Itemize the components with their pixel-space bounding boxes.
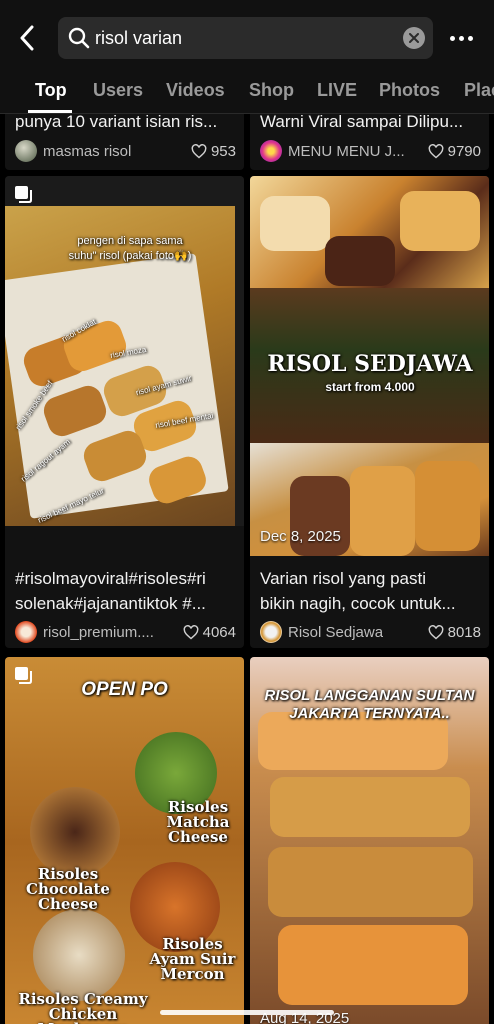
top-bar bbox=[0, 0, 494, 76]
flavor-label: Risoles Chocolate Cheese bbox=[26, 865, 110, 913]
heart-icon bbox=[428, 624, 444, 639]
result-card[interactable]: RISOL SEDJAWA start from 4.000 Dec 8, 20… bbox=[250, 176, 489, 648]
heart-icon bbox=[183, 624, 199, 639]
username: Risol Sedjawa bbox=[288, 623, 384, 641]
like-count[interactable]: 9790 bbox=[428, 139, 481, 163]
tab-shop[interactable]: Shop bbox=[249, 80, 294, 101]
avatar bbox=[15, 140, 37, 162]
risol-image bbox=[350, 466, 415, 556]
like-number: 953 bbox=[210, 142, 236, 160]
result-card[interactable]: punya 10 variant isian ris... masmas ris… bbox=[5, 114, 244, 170]
like-number: 4064 bbox=[202, 623, 236, 641]
search-icon bbox=[68, 27, 90, 49]
card-author[interactable]: Risol Sedjawa bbox=[260, 620, 410, 644]
risol-image bbox=[400, 191, 480, 251]
avatar bbox=[260, 140, 282, 162]
creamy-chicken-risol-image bbox=[33, 909, 125, 1001]
like-number: 9790 bbox=[447, 142, 481, 160]
card-caption-line2: bikin nagih, cocok untuk... bbox=[260, 594, 456, 613]
result-card[interactable]: Warni Viral sampai Dilipu... MENU MENU J… bbox=[250, 114, 489, 170]
tab-places[interactable]: Places bbox=[464, 80, 494, 101]
card-caption: Varian risol yang pasti bbox=[260, 569, 426, 588]
thumbnail: OPEN PO Risoles Matcha Cheese Risoles Ch… bbox=[5, 657, 244, 1024]
active-tab-indicator bbox=[28, 110, 72, 113]
overlay-title: RISOL LANGGANAN SULTAN JAKARTA TERNYATA.… bbox=[264, 687, 475, 722]
username: MENU MENU J... bbox=[288, 142, 405, 160]
photo-carousel-icon bbox=[15, 186, 32, 203]
card-caption: #risolmayoviral#risoles#ri bbox=[15, 569, 206, 588]
home-indicator[interactable] bbox=[160, 1010, 334, 1015]
overlay-subtitle: start from 4.000 bbox=[325, 380, 415, 394]
tab-videos[interactable]: Videos bbox=[166, 80, 225, 101]
risol-image bbox=[270, 777, 470, 837]
back-button[interactable] bbox=[12, 22, 42, 54]
flavor-label: Risoles Ayam Suir Mercon bbox=[149, 935, 236, 983]
search-input[interactable] bbox=[95, 17, 395, 59]
risol-image bbox=[260, 196, 330, 251]
card-author[interactable]: masmas risol bbox=[15, 139, 165, 163]
thumbnail: RISOL LANGGANAN SULTAN JAKARTA TERNYATA.… bbox=[250, 657, 489, 1024]
post-date: Dec 8, 2025 bbox=[260, 528, 341, 545]
chocolate-risol-image bbox=[30, 787, 120, 877]
like-count[interactable]: 8018 bbox=[428, 620, 481, 644]
risol-image bbox=[268, 847, 473, 917]
card-author[interactable]: risol_premium.... bbox=[15, 620, 165, 644]
risol-image bbox=[325, 236, 395, 286]
risol-image bbox=[278, 925, 468, 1005]
overlay-title: OPEN PO bbox=[81, 679, 168, 700]
close-icon bbox=[409, 33, 419, 43]
overlay-line: suhu" risol (pakai foto🙌) bbox=[68, 250, 192, 262]
flavor-label: Risoles Matcha Cheese bbox=[166, 798, 230, 846]
more-options-button[interactable] bbox=[442, 24, 480, 52]
result-card[interactable]: RISOL LANGGANAN SULTAN JAKARTA TERNYATA.… bbox=[250, 657, 489, 1024]
card-caption: punya 10 variant isian ris... bbox=[15, 114, 218, 131]
result-card[interactable]: pengen di sapa sama suhu" risol (pakai f… bbox=[5, 176, 244, 648]
tab-top[interactable]: Top bbox=[35, 80, 67, 101]
card-caption-line2: solenak#jajanantiktok #... bbox=[15, 594, 206, 613]
overlay-line: pengen di sapa sama bbox=[77, 235, 183, 247]
flavor-label: Risoles Creamy Chicken Mushroom bbox=[18, 990, 148, 1024]
card-caption: Warni Viral sampai Dilipu... bbox=[260, 114, 464, 131]
dot-icon bbox=[467, 35, 473, 41]
chevron-left-icon bbox=[20, 25, 34, 51]
dot-icon bbox=[458, 35, 464, 41]
like-count[interactable]: 953 bbox=[191, 139, 236, 163]
username: risol_premium.... bbox=[43, 623, 154, 641]
search-box[interactable] bbox=[58, 17, 433, 59]
like-count[interactable]: 4064 bbox=[183, 620, 236, 644]
dot-icon bbox=[449, 35, 455, 41]
result-card[interactable]: OPEN PO Risoles Matcha Cheese Risoles Ch… bbox=[5, 657, 244, 1024]
photo-carousel-icon bbox=[15, 667, 32, 684]
results-grid: punya 10 variant isian ris... masmas ris… bbox=[0, 114, 494, 1024]
thumbnail: RISOL SEDJAWA start from 4.000 Dec 8, 20… bbox=[250, 176, 489, 556]
like-number: 8018 bbox=[447, 623, 481, 641]
tab-photos[interactable]: Photos bbox=[379, 80, 440, 101]
thumbnail: pengen di sapa sama suhu" risol (pakai f… bbox=[5, 176, 244, 526]
heart-icon bbox=[191, 143, 207, 158]
search-tabs: Top Users Videos Shop LIVE Photos Places bbox=[0, 76, 494, 114]
tab-users[interactable]: Users bbox=[93, 80, 143, 101]
clear-search-button[interactable] bbox=[403, 27, 425, 49]
tab-live[interactable]: LIVE bbox=[317, 80, 357, 101]
overlay-caption: pengen di sapa sama suhu" risol (pakai f… bbox=[35, 234, 225, 264]
card-author[interactable]: MENU MENU J... bbox=[260, 139, 415, 163]
risol-image bbox=[415, 461, 480, 551]
username: masmas risol bbox=[43, 142, 132, 160]
avatar bbox=[15, 621, 37, 643]
heart-icon bbox=[428, 143, 444, 158]
overlay-title: RISOL SEDJAWA bbox=[267, 351, 473, 377]
avatar bbox=[260, 621, 282, 643]
